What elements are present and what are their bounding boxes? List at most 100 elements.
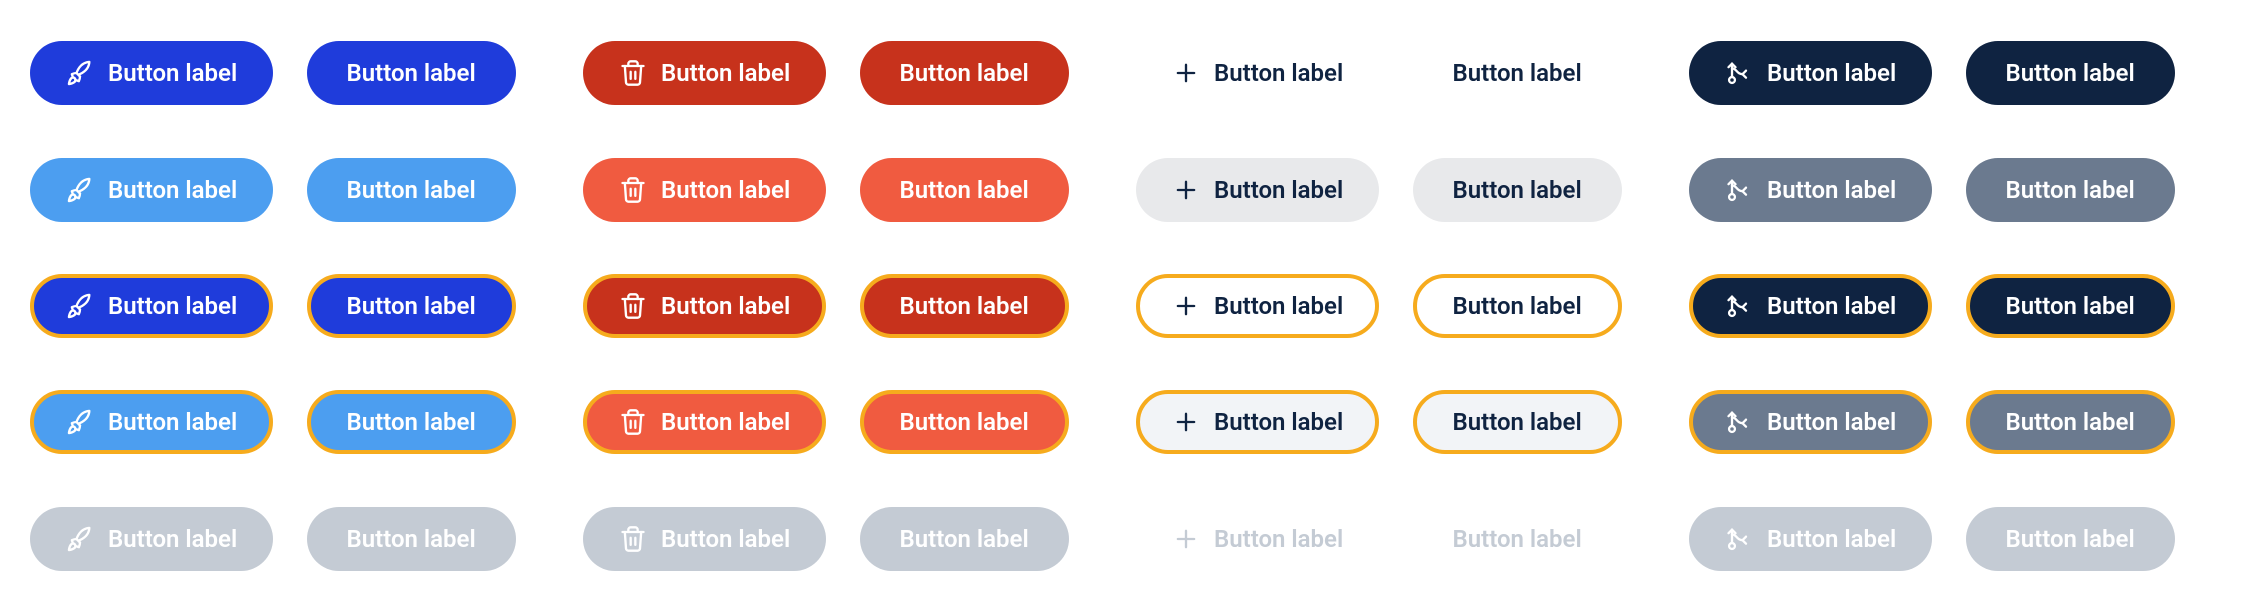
button-label: Button label xyxy=(900,294,1029,318)
dark-button-hover-no-icon[interactable]: Button label xyxy=(1966,158,2175,222)
button-label: Button label xyxy=(2006,294,2135,318)
danger-button-focus-no-icon[interactable]: Button label xyxy=(860,274,1069,338)
ghost-button-default[interactable]: Button label xyxy=(1136,41,1379,105)
dark-button-focus-hover-no-icon[interactable]: Button label xyxy=(1966,390,2175,454)
button-label: Button label xyxy=(347,294,476,318)
trash-icon xyxy=(619,292,647,320)
plus-icon xyxy=(1172,59,1200,87)
button-label: Button label xyxy=(1453,410,1582,434)
primary-button-hover[interactable]: Button label xyxy=(30,158,273,222)
button-label: Button label xyxy=(661,178,790,202)
button-label: Button label xyxy=(2006,178,2135,202)
danger-button-focus[interactable]: Button label xyxy=(583,274,826,338)
button-label: Button label xyxy=(108,178,237,202)
ghost-button-focus-no-icon[interactable]: Button label xyxy=(1413,274,1622,338)
rocket-icon xyxy=(66,176,94,204)
dark-button-focus-hover[interactable]: Button label xyxy=(1689,390,1932,454)
button-label: Button label xyxy=(1767,410,1896,434)
button-label: Button label xyxy=(2006,527,2135,551)
button-label: Button label xyxy=(1214,527,1343,551)
button-label: Button label xyxy=(661,61,790,85)
button-label: Button label xyxy=(347,410,476,434)
button-label: Button label xyxy=(2006,410,2135,434)
primary-button-disabled-no-icon: Button label xyxy=(307,507,516,571)
primary-button-default-no-icon[interactable]: Button label xyxy=(307,41,516,105)
button-states-grid: Button label Button label Button label B… xyxy=(30,30,2224,582)
ghost-button-hover[interactable]: Button label xyxy=(1136,158,1379,222)
danger-button-focus-hover-no-icon[interactable]: Button label xyxy=(860,390,1069,454)
trash-icon xyxy=(619,408,647,436)
button-label: Button label xyxy=(1767,178,1896,202)
dark-button-focus[interactable]: Button label xyxy=(1689,274,1932,338)
primary-button-focus[interactable]: Button label xyxy=(30,274,273,338)
primary-button-focus-no-icon[interactable]: Button label xyxy=(307,274,516,338)
button-label: Button label xyxy=(900,61,1029,85)
branch-icon xyxy=(1725,525,1753,553)
plus-icon xyxy=(1172,292,1200,320)
plus-icon xyxy=(1172,408,1200,436)
plus-icon xyxy=(1172,176,1200,204)
danger-button-focus-hover[interactable]: Button label xyxy=(583,390,826,454)
ghost-button-focus-hover[interactable]: Button label xyxy=(1136,390,1379,454)
button-label: Button label xyxy=(1214,294,1343,318)
trash-icon xyxy=(619,176,647,204)
button-label: Button label xyxy=(661,527,790,551)
button-label: Button label xyxy=(347,527,476,551)
button-label: Button label xyxy=(661,410,790,434)
button-label: Button label xyxy=(661,294,790,318)
trash-icon xyxy=(619,59,647,87)
dark-button-focus-no-icon[interactable]: Button label xyxy=(1966,274,2175,338)
button-label: Button label xyxy=(1214,178,1343,202)
dark-button-default-no-icon[interactable]: Button label xyxy=(1966,41,2175,105)
button-label: Button label xyxy=(347,61,476,85)
branch-icon xyxy=(1725,176,1753,204)
button-label: Button label xyxy=(1767,294,1896,318)
branch-icon xyxy=(1725,292,1753,320)
button-label: Button label xyxy=(2006,61,2135,85)
primary-button-hover-no-icon[interactable]: Button label xyxy=(307,158,516,222)
ghost-button-hover-no-icon[interactable]: Button label xyxy=(1413,158,1622,222)
button-label: Button label xyxy=(1453,294,1582,318)
primary-button-default[interactable]: Button label xyxy=(30,41,273,105)
rocket-icon xyxy=(66,525,94,553)
dark-button-hover[interactable]: Button label xyxy=(1689,158,1932,222)
danger-button-default-no-icon[interactable]: Button label xyxy=(860,41,1069,105)
primary-button-focus-hover[interactable]: Button label xyxy=(30,390,273,454)
primary-button-focus-hover-no-icon[interactable]: Button label xyxy=(307,390,516,454)
danger-button-disabled-no-icon: Button label xyxy=(860,507,1069,571)
button-label: Button label xyxy=(108,61,237,85)
branch-icon xyxy=(1725,59,1753,87)
dark-button-default[interactable]: Button label xyxy=(1689,41,1932,105)
button-label: Button label xyxy=(1214,410,1343,434)
ghost-button-focus[interactable]: Button label xyxy=(1136,274,1379,338)
button-label: Button label xyxy=(900,178,1029,202)
ghost-button-default-no-icon[interactable]: Button label xyxy=(1413,41,1622,105)
dark-button-disabled: Button label xyxy=(1689,507,1932,571)
danger-button-hover-no-icon[interactable]: Button label xyxy=(860,158,1069,222)
button-label: Button label xyxy=(1214,61,1343,85)
branch-icon xyxy=(1725,408,1753,436)
button-label: Button label xyxy=(1453,527,1582,551)
danger-button-hover[interactable]: Button label xyxy=(583,158,826,222)
rocket-icon xyxy=(66,59,94,87)
button-label: Button label xyxy=(1767,527,1896,551)
dark-button-disabled-no-icon: Button label xyxy=(1966,507,2175,571)
rocket-icon xyxy=(66,292,94,320)
button-label: Button label xyxy=(1453,61,1582,85)
button-label: Button label xyxy=(1767,61,1896,85)
button-label: Button label xyxy=(347,178,476,202)
trash-icon xyxy=(619,525,647,553)
ghost-button-disabled: Button label xyxy=(1136,507,1379,571)
button-label: Button label xyxy=(108,294,237,318)
rocket-icon xyxy=(66,408,94,436)
ghost-button-disabled-no-icon: Button label xyxy=(1413,507,1622,571)
danger-button-default[interactable]: Button label xyxy=(583,41,826,105)
plus-icon xyxy=(1172,525,1200,553)
danger-button-disabled: Button label xyxy=(583,507,826,571)
primary-button-disabled: Button label xyxy=(30,507,273,571)
button-label: Button label xyxy=(108,410,237,434)
button-label: Button label xyxy=(1453,178,1582,202)
ghost-button-focus-hover-no-icon[interactable]: Button label xyxy=(1413,390,1622,454)
button-label: Button label xyxy=(900,410,1029,434)
button-label: Button label xyxy=(900,527,1029,551)
